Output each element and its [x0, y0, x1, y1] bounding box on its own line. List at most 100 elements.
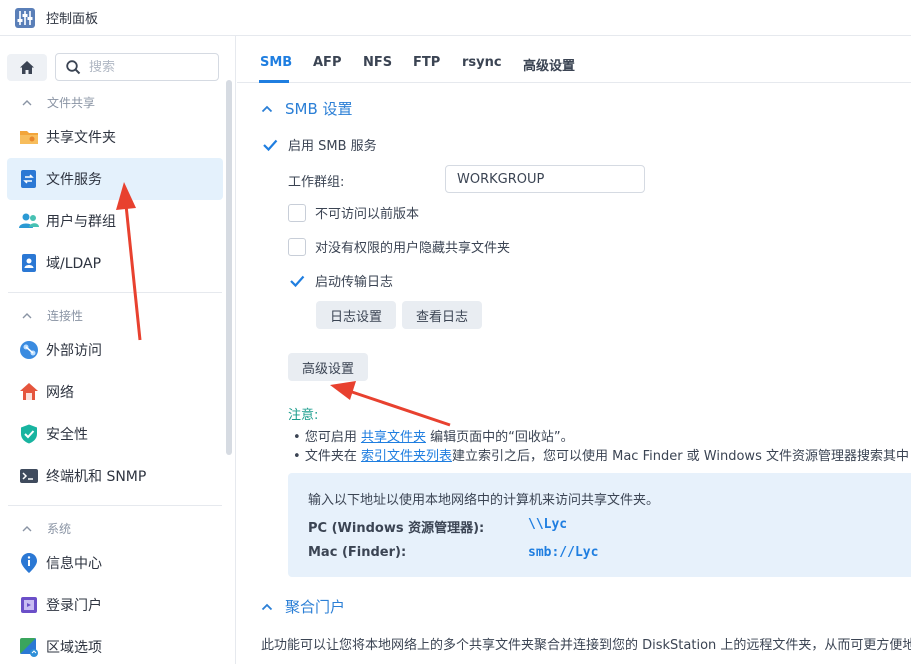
portal-description: 此功能可以让您将本地网络上的多个共享文件夹聚合并连接到您的 DiskStatio…	[261, 638, 911, 653]
note-line-recycle-bin: • 您可启用 共享文件夹 编辑页面中的“回收站”。	[293, 430, 574, 445]
tab-ftp[interactable]: FTP	[413, 55, 440, 70]
sidebar-item-label: 用户与群组	[46, 214, 116, 230]
transfer-log-checkbox[interactable]	[288, 271, 306, 290]
external-access-icon	[20, 341, 38, 359]
section-title: 系统	[47, 522, 72, 536]
title-bar: 控制面板	[0, 0, 911, 36]
folder-icon	[20, 131, 38, 144]
access-info-intro: 输入以下地址以使用本地网络中的计算机来访问共享文件夹。	[308, 493, 660, 508]
section-title: 文件共享	[47, 96, 96, 110]
mac-label: Mac (Finder):	[308, 545, 407, 560]
transfer-log-row[interactable]: 启动传输日志	[288, 271, 393, 290]
sidebar-item-domain-ldap[interactable]: 域/LDAP	[7, 242, 223, 284]
prev-versions-row[interactable]: 不可访问以前版本	[288, 203, 419, 222]
login-portal-icon	[21, 597, 37, 613]
workgroup-label-text: 工作群组:	[288, 175, 345, 190]
sidebar-item-file-services[interactable]: 文件服务	[7, 158, 223, 200]
domain-icon	[22, 254, 36, 272]
checkmark-icon	[290, 275, 305, 287]
sidebar-item-terminal-snmp[interactable]: 终端机和 SNMP	[7, 455, 223, 497]
enable-smb-row[interactable]: 启用 SMB 服务	[261, 135, 377, 154]
hide-shares-checkbox[interactable]	[288, 237, 306, 256]
chevron-up-icon	[22, 525, 32, 531]
chevron-up-icon	[22, 99, 32, 105]
tab-afp[interactable]: AFP	[313, 55, 341, 70]
sidebar-item-label: 文件服务	[46, 172, 102, 188]
sidebar-item-label: 登录门户	[46, 598, 102, 614]
portal-header[interactable]: 聚合门户	[261, 596, 345, 617]
sidebar-item-info-center[interactable]: 信息中心	[7, 542, 223, 584]
section-title: 聚合门户	[285, 598, 346, 616]
note-line-index: • 文件夹在 索引文件夹列表建立索引之后，您可以使用 Mac Finder 或 …	[293, 449, 909, 464]
sidebar-item-label: 信息中心	[46, 556, 102, 572]
advanced-settings-button[interactable]: 高级设置	[288, 353, 368, 381]
sidebar-item-security[interactable]: 安全性	[7, 413, 223, 455]
sidebar-item-external-access[interactable]: 外部访问	[7, 329, 223, 371]
tab-advanced-settings[interactable]: 高级设置	[523, 55, 575, 74]
sidebar-item-label: 安全性	[46, 427, 88, 443]
note-title: 注意:	[288, 408, 319, 423]
enable-smb-checkbox[interactable]	[261, 135, 279, 154]
log-settings-button[interactable]: 日志设置	[316, 301, 396, 329]
search-input[interactable]	[89, 59, 209, 75]
search-icon	[66, 59, 81, 74]
tab-nfs[interactable]: NFS	[363, 55, 392, 70]
sidebar-item-label: 域/LDAP	[46, 256, 102, 272]
main-panel: SMB AFP NFS FTP rsync 高级设置 SMB 设置 启用 SMB…	[237, 36, 911, 664]
pc-label: PC (Windows 资源管理器):	[308, 521, 485, 536]
tab-rsync[interactable]: rsync	[462, 55, 502, 70]
transfer-log-label: 启动传输日志	[315, 275, 394, 290]
control-panel-icon	[14, 7, 36, 29]
sidebar-item-label: 终端机和 SNMP	[46, 469, 147, 485]
network-icon	[20, 383, 38, 400]
checkmark-icon	[263, 139, 278, 151]
index-folder-list-link[interactable]: 索引文件夹列表	[361, 449, 452, 464]
sidebar-item-login-portal[interactable]: 登录门户	[7, 584, 223, 626]
active-tab-indicator	[259, 80, 289, 83]
section-title: SMB 设置	[285, 100, 353, 118]
access-info-box: 输入以下地址以使用本地网络中的计算机来访问共享文件夹。 PC (Windows …	[288, 473, 911, 577]
section-system[interactable]: 系统	[22, 520, 71, 537]
workgroup-field[interactable]: WORKGROUP	[445, 165, 645, 193]
sidebar-item-label: 共享文件夹	[46, 130, 116, 146]
chevron-up-icon	[22, 312, 32, 318]
hide-shares-row[interactable]: 对没有权限的用户隐藏共享文件夹	[288, 237, 510, 256]
home-button[interactable]	[7, 54, 47, 81]
sidebar-item-users-groups[interactable]: 用户与群组	[7, 200, 223, 242]
section-file-sharing[interactable]: 文件共享	[22, 94, 95, 111]
sidebar-item-label: 区域选项	[46, 640, 102, 656]
file-services-icon	[21, 170, 36, 188]
sidebar-item-label: 网络	[46, 385, 74, 401]
sidebar-item-network[interactable]: 网络	[7, 371, 223, 413]
pc-address: \\Lyc	[528, 517, 568, 532]
users-icon	[19, 213, 39, 228]
shared-folder-link[interactable]: 共享文件夹	[361, 430, 426, 445]
mac-address: smb://Lyc	[528, 545, 599, 560]
shield-icon	[21, 424, 37, 444]
tab-smb[interactable]: SMB	[260, 55, 292, 70]
sidebar: 文件共享 共享文件夹 文件服务 用户与群组 域/LDAP 连接性 外部访问 网络…	[0, 36, 236, 664]
note-text: 文件夹在	[304, 449, 361, 464]
section-divider	[8, 505, 222, 506]
sidebar-item-regional-options[interactable]: 区域选项	[7, 626, 223, 664]
prev-versions-checkbox[interactable]	[288, 203, 306, 222]
section-title: 连接性	[47, 309, 84, 323]
window-title: 控制面板	[46, 12, 99, 27]
search-box[interactable]	[55, 53, 219, 81]
info-icon	[21, 553, 37, 573]
section-connectivity[interactable]: 连接性	[22, 307, 83, 324]
workgroup-label: 工作群组:	[288, 171, 344, 190]
sidebar-scrollbar[interactable]	[226, 80, 232, 455]
chevron-up-icon	[261, 105, 273, 112]
terminal-icon	[20, 469, 38, 483]
note-text: 建立索引之后，您可以使用 Mac Finder 或 Windows 文件资源管理…	[451, 449, 909, 464]
smb-settings-header[interactable]: SMB 设置	[261, 98, 353, 119]
sidebar-item-shared-folder[interactable]: 共享文件夹	[7, 116, 223, 158]
hide-shares-label: 对没有权限的用户隐藏共享文件夹	[315, 241, 511, 256]
sidebar-item-label: 外部访问	[46, 343, 102, 359]
home-icon	[20, 61, 34, 74]
view-logs-button[interactable]: 查看日志	[402, 301, 482, 329]
prev-versions-label: 不可访问以前版本	[315, 207, 420, 222]
tab-bar: SMB AFP NFS FTP rsync 高级设置	[237, 36, 911, 83]
chevron-up-icon	[261, 603, 273, 610]
